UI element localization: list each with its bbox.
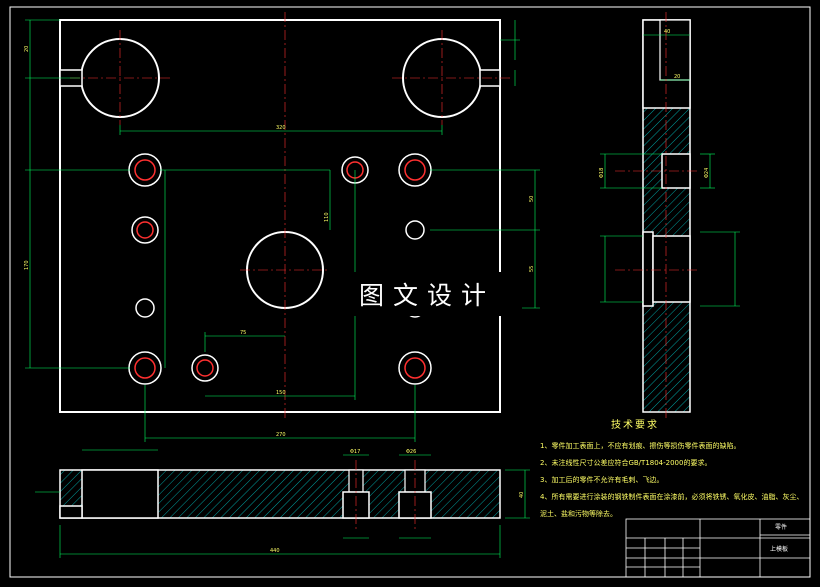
svg-text:40: 40 — [519, 492, 525, 498]
svg-text:Φ26: Φ26 — [406, 449, 416, 455]
technical-requirements: 技术要求 1、零件加工表面上，不应有划痕、擦伤等损伤零件表面的缺陷。 2、未注线… — [540, 416, 810, 526]
svg-text:Φ24: Φ24 — [704, 168, 710, 178]
dim-320: 320 — [276, 125, 286, 131]
watermark: 图文设计 — [332, 272, 522, 316]
note-line-3: 3、加工后的零件不允许有毛刺、飞边。 — [540, 476, 664, 484]
front-section-view: 440 Φ17 Φ26 40 — [35, 449, 530, 558]
svg-text:40: 40 — [664, 29, 670, 35]
dim-150: 150 — [276, 390, 286, 396]
dim-20: 20 — [24, 46, 30, 52]
note-line-5: 泥土、盐和污物等除去。 — [540, 510, 617, 518]
svg-text:Φ18: Φ18 — [599, 168, 605, 178]
dimension-lines — [25, 19, 540, 442]
svg-text:Φ17: Φ17 — [350, 449, 360, 455]
counterbored-holes — [128, 153, 432, 385]
dim-270: 270 — [276, 432, 286, 438]
notes-title: 技术要求 — [611, 420, 659, 431]
dim-75: 75 — [240, 330, 246, 336]
dim-50: 50 — [529, 196, 535, 202]
svg-text:20: 20 — [674, 74, 680, 80]
note-line-1: 1、零件加工表面上，不应有划痕、擦伤等损伤零件表面的缺陷。 — [540, 442, 741, 450]
part-name: 上模板 — [770, 545, 788, 553]
side-view: 40 20 Φ18 Φ24 — [599, 12, 740, 420]
svg-text:440: 440 — [270, 548, 280, 554]
center-lines — [70, 12, 510, 420]
note-line-2: 2、未注线性尺寸公差应符合GB/T1804-2000的要求。 — [540, 459, 712, 467]
dim-110: 110 — [324, 212, 330, 222]
dim-170: 170 — [24, 260, 30, 270]
plan-view: 320 270 150 75 170 110 50 55 20 — [24, 12, 540, 442]
dim-55: 55 — [529, 266, 535, 272]
plate-outline — [59, 19, 501, 413]
note-line-4: 4、所有需要进行涂装的钢铁制件表面在涂漆前，必须将铁锈、氧化皮、油脂、灰尘、 — [540, 493, 804, 501]
